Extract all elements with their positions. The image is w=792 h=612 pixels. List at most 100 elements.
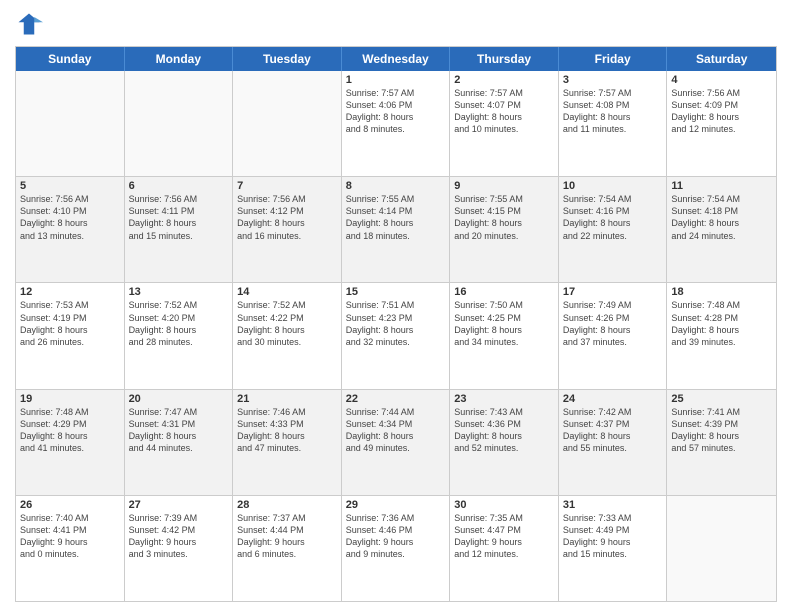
calendar-day-15: 15Sunrise: 7:51 AM Sunset: 4:23 PM Dayli… <box>342 283 451 388</box>
day-info: Sunrise: 7:41 AM Sunset: 4:39 PM Dayligh… <box>671 406 772 455</box>
day-info: Sunrise: 7:57 AM Sunset: 4:08 PM Dayligh… <box>563 87 663 136</box>
calendar-day-6: 6Sunrise: 7:56 AM Sunset: 4:11 PM Daylig… <box>125 177 234 282</box>
day-number: 18 <box>671 286 772 298</box>
day-number: 27 <box>129 499 229 511</box>
calendar-day-25: 25Sunrise: 7:41 AM Sunset: 4:39 PM Dayli… <box>667 390 776 495</box>
day-number: 25 <box>671 393 772 405</box>
calendar-day-23: 23Sunrise: 7:43 AM Sunset: 4:36 PM Dayli… <box>450 390 559 495</box>
calendar-day-16: 16Sunrise: 7:50 AM Sunset: 4:25 PM Dayli… <box>450 283 559 388</box>
calendar-day-24: 24Sunrise: 7:42 AM Sunset: 4:37 PM Dayli… <box>559 390 668 495</box>
day-info: Sunrise: 7:54 AM Sunset: 4:16 PM Dayligh… <box>563 193 663 242</box>
day-number: 14 <box>237 286 337 298</box>
day-info: Sunrise: 7:49 AM Sunset: 4:26 PM Dayligh… <box>563 299 663 348</box>
day-number: 3 <box>563 74 663 86</box>
day-number: 2 <box>454 74 554 86</box>
calendar-day-5: 5Sunrise: 7:56 AM Sunset: 4:10 PM Daylig… <box>16 177 125 282</box>
calendar-day-27: 27Sunrise: 7:39 AM Sunset: 4:42 PM Dayli… <box>125 496 234 601</box>
day-info: Sunrise: 7:36 AM Sunset: 4:46 PM Dayligh… <box>346 512 446 561</box>
weekday-header-saturday: Saturday <box>667 47 776 71</box>
day-number: 9 <box>454 180 554 192</box>
day-number: 4 <box>671 74 772 86</box>
day-info: Sunrise: 7:56 AM Sunset: 4:09 PM Dayligh… <box>671 87 772 136</box>
day-info: Sunrise: 7:37 AM Sunset: 4:44 PM Dayligh… <box>237 512 337 561</box>
weekday-header-monday: Monday <box>125 47 234 71</box>
day-number: 6 <box>129 180 229 192</box>
day-info: Sunrise: 7:47 AM Sunset: 4:31 PM Dayligh… <box>129 406 229 455</box>
day-info: Sunrise: 7:48 AM Sunset: 4:29 PM Dayligh… <box>20 406 120 455</box>
day-number: 30 <box>454 499 554 511</box>
weekday-header-tuesday: Tuesday <box>233 47 342 71</box>
day-number: 16 <box>454 286 554 298</box>
day-info: Sunrise: 7:43 AM Sunset: 4:36 PM Dayligh… <box>454 406 554 455</box>
day-number: 26 <box>20 499 120 511</box>
day-number: 7 <box>237 180 337 192</box>
day-number: 28 <box>237 499 337 511</box>
day-info: Sunrise: 7:56 AM Sunset: 4:11 PM Dayligh… <box>129 193 229 242</box>
day-info: Sunrise: 7:48 AM Sunset: 4:28 PM Dayligh… <box>671 299 772 348</box>
calendar-day-1: 1Sunrise: 7:57 AM Sunset: 4:06 PM Daylig… <box>342 71 451 176</box>
weekday-header-thursday: Thursday <box>450 47 559 71</box>
calendar-day-10: 10Sunrise: 7:54 AM Sunset: 4:16 PM Dayli… <box>559 177 668 282</box>
calendar-day-18: 18Sunrise: 7:48 AM Sunset: 4:28 PM Dayli… <box>667 283 776 388</box>
day-number: 19 <box>20 393 120 405</box>
day-number: 12 <box>20 286 120 298</box>
calendar-day-20: 20Sunrise: 7:47 AM Sunset: 4:31 PM Dayli… <box>125 390 234 495</box>
calendar-header-row: SundayMondayTuesdayWednesdayThursdayFrid… <box>16 47 776 71</box>
day-info: Sunrise: 7:52 AM Sunset: 4:22 PM Dayligh… <box>237 299 337 348</box>
day-number: 29 <box>346 499 446 511</box>
calendar-day-empty <box>125 71 234 176</box>
calendar-row-1: 5Sunrise: 7:56 AM Sunset: 4:10 PM Daylig… <box>16 176 776 282</box>
weekday-header-wednesday: Wednesday <box>342 47 451 71</box>
day-info: Sunrise: 7:50 AM Sunset: 4:25 PM Dayligh… <box>454 299 554 348</box>
calendar-day-empty <box>667 496 776 601</box>
calendar-day-28: 28Sunrise: 7:37 AM Sunset: 4:44 PM Dayli… <box>233 496 342 601</box>
day-number: 13 <box>129 286 229 298</box>
calendar-day-29: 29Sunrise: 7:36 AM Sunset: 4:46 PM Dayli… <box>342 496 451 601</box>
calendar-day-30: 30Sunrise: 7:35 AM Sunset: 4:47 PM Dayli… <box>450 496 559 601</box>
day-number: 1 <box>346 74 446 86</box>
day-info: Sunrise: 7:57 AM Sunset: 4:07 PM Dayligh… <box>454 87 554 136</box>
day-number: 10 <box>563 180 663 192</box>
calendar-day-7: 7Sunrise: 7:56 AM Sunset: 4:12 PM Daylig… <box>233 177 342 282</box>
calendar-day-9: 9Sunrise: 7:55 AM Sunset: 4:15 PM Daylig… <box>450 177 559 282</box>
calendar-day-2: 2Sunrise: 7:57 AM Sunset: 4:07 PM Daylig… <box>450 71 559 176</box>
calendar-day-12: 12Sunrise: 7:53 AM Sunset: 4:19 PM Dayli… <box>16 283 125 388</box>
day-info: Sunrise: 7:39 AM Sunset: 4:42 PM Dayligh… <box>129 512 229 561</box>
calendar-day-19: 19Sunrise: 7:48 AM Sunset: 4:29 PM Dayli… <box>16 390 125 495</box>
calendar-row-4: 26Sunrise: 7:40 AM Sunset: 4:41 PM Dayli… <box>16 495 776 601</box>
calendar-row-0: 1Sunrise: 7:57 AM Sunset: 4:06 PM Daylig… <box>16 71 776 176</box>
day-number: 22 <box>346 393 446 405</box>
header <box>15 10 777 38</box>
day-number: 5 <box>20 180 120 192</box>
weekday-header-sunday: Sunday <box>16 47 125 71</box>
calendar-day-11: 11Sunrise: 7:54 AM Sunset: 4:18 PM Dayli… <box>667 177 776 282</box>
day-info: Sunrise: 7:55 AM Sunset: 4:15 PM Dayligh… <box>454 193 554 242</box>
day-info: Sunrise: 7:33 AM Sunset: 4:49 PM Dayligh… <box>563 512 663 561</box>
calendar-day-13: 13Sunrise: 7:52 AM Sunset: 4:20 PM Dayli… <box>125 283 234 388</box>
calendar-day-4: 4Sunrise: 7:56 AM Sunset: 4:09 PM Daylig… <box>667 71 776 176</box>
page: SundayMondayTuesdayWednesdayThursdayFrid… <box>0 0 792 612</box>
calendar-day-31: 31Sunrise: 7:33 AM Sunset: 4:49 PM Dayli… <box>559 496 668 601</box>
calendar-day-21: 21Sunrise: 7:46 AM Sunset: 4:33 PM Dayli… <box>233 390 342 495</box>
day-number: 11 <box>671 180 772 192</box>
logo <box>15 10 47 38</box>
calendar-day-empty <box>233 71 342 176</box>
day-number: 23 <box>454 393 554 405</box>
logo-icon <box>15 10 43 38</box>
day-info: Sunrise: 7:57 AM Sunset: 4:06 PM Dayligh… <box>346 87 446 136</box>
day-info: Sunrise: 7:44 AM Sunset: 4:34 PM Dayligh… <box>346 406 446 455</box>
calendar-day-14: 14Sunrise: 7:52 AM Sunset: 4:22 PM Dayli… <box>233 283 342 388</box>
calendar-day-3: 3Sunrise: 7:57 AM Sunset: 4:08 PM Daylig… <box>559 71 668 176</box>
calendar-body: 1Sunrise: 7:57 AM Sunset: 4:06 PM Daylig… <box>16 71 776 601</box>
day-number: 21 <box>237 393 337 405</box>
day-info: Sunrise: 7:55 AM Sunset: 4:14 PM Dayligh… <box>346 193 446 242</box>
day-number: 8 <box>346 180 446 192</box>
day-number: 24 <box>563 393 663 405</box>
day-info: Sunrise: 7:56 AM Sunset: 4:12 PM Dayligh… <box>237 193 337 242</box>
day-info: Sunrise: 7:54 AM Sunset: 4:18 PM Dayligh… <box>671 193 772 242</box>
calendar-day-17: 17Sunrise: 7:49 AM Sunset: 4:26 PM Dayli… <box>559 283 668 388</box>
weekday-header-friday: Friday <box>559 47 668 71</box>
day-info: Sunrise: 7:53 AM Sunset: 4:19 PM Dayligh… <box>20 299 120 348</box>
day-info: Sunrise: 7:46 AM Sunset: 4:33 PM Dayligh… <box>237 406 337 455</box>
calendar-day-22: 22Sunrise: 7:44 AM Sunset: 4:34 PM Dayli… <box>342 390 451 495</box>
